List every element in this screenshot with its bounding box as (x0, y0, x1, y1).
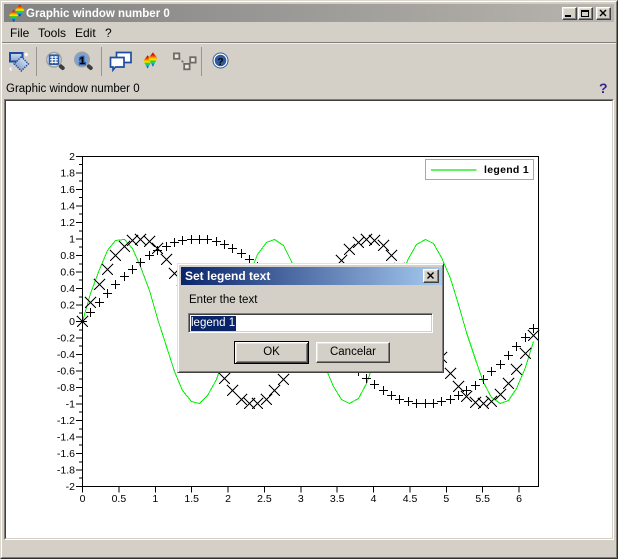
svg-text:3.5: 3.5 (330, 493, 345, 505)
svg-text:1.5: 1.5 (184, 493, 199, 505)
svg-text:0.6: 0.6 (60, 267, 75, 279)
svg-text:1.8: 1.8 (60, 168, 75, 180)
svg-text:legend 1: legend 1 (484, 164, 529, 176)
svg-text:1: 1 (69, 234, 75, 246)
svg-text:1.2: 1.2 (60, 217, 75, 229)
svg-text:2.5: 2.5 (257, 493, 272, 505)
svg-text:1.6: 1.6 (60, 184, 75, 196)
svg-text:2: 2 (225, 493, 231, 505)
svg-text:0: 0 (80, 493, 86, 505)
svg-text:4: 4 (371, 493, 377, 505)
svg-text:-0.4: -0.4 (57, 349, 75, 361)
svg-text:-0.6: -0.6 (57, 366, 75, 378)
svg-text:-0.8: -0.8 (57, 382, 75, 394)
svg-text:-1.2: -1.2 (57, 415, 75, 427)
svg-text:2: 2 (69, 151, 75, 163)
svg-text:6: 6 (516, 493, 522, 505)
svg-text:0.5: 0.5 (112, 493, 127, 505)
svg-text:0.4: 0.4 (60, 283, 75, 295)
svg-text:5.5: 5.5 (475, 493, 490, 505)
svg-text:5: 5 (443, 493, 449, 505)
svg-text:1.4: 1.4 (60, 201, 75, 213)
svg-text:1: 1 (152, 493, 158, 505)
svg-text:3: 3 (298, 493, 304, 505)
svg-text:-0.2: -0.2 (57, 333, 75, 345)
svg-text:-2: -2 (66, 481, 75, 493)
svg-text:0: 0 (69, 316, 75, 328)
svg-text:0.8: 0.8 (60, 250, 75, 262)
svg-text:-1.6: -1.6 (57, 448, 75, 460)
svg-text:-1.8: -1.8 (57, 465, 75, 477)
svg-text:4.5: 4.5 (403, 493, 418, 505)
svg-text:-1: -1 (66, 399, 75, 411)
svg-text:-1.4: -1.4 (57, 432, 75, 444)
svg-text:0.2: 0.2 (60, 300, 75, 312)
